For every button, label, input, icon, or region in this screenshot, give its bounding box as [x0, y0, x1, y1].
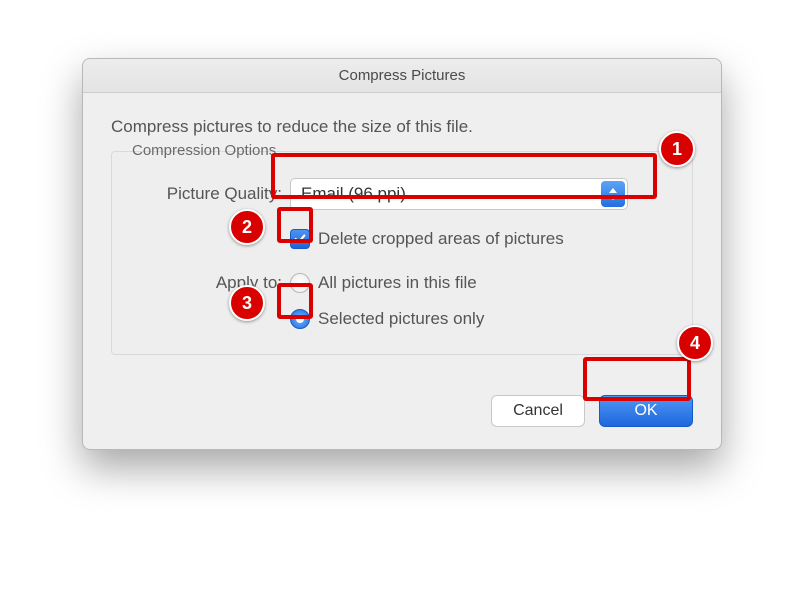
apply-all-label: All pictures in this file — [318, 273, 477, 293]
compress-pictures-dialog: Compress Pictures Compress pictures to r… — [82, 58, 722, 450]
dialog-title: Compress Pictures — [339, 67, 466, 84]
cancel-button-label: Cancel — [513, 402, 563, 420]
apply-selected-label: Selected pictures only — [318, 309, 484, 329]
delete-cropped-label: Delete cropped areas of pictures — [318, 229, 564, 249]
ok-button[interactable]: OK — [599, 395, 693, 427]
radio-dot-icon — [296, 315, 304, 323]
ok-button-label: OK — [634, 402, 657, 420]
apply-to-row-selected: Selected pictures only — [130, 304, 674, 334]
apply-to-row-all: Apply to: All pictures in this file — [130, 268, 674, 298]
dialog-intro: Compress pictures to reduce the size of … — [111, 117, 693, 137]
apply-all-radio[interactable] — [290, 273, 310, 293]
delete-cropped-row: Delete cropped areas of pictures — [130, 224, 674, 254]
group-title: Compression Options — [126, 142, 282, 159]
picture-quality-row: Picture Quality: Email (96 ppi) — [130, 178, 674, 210]
picture-quality-value: Email (96 ppi) — [301, 184, 406, 204]
apply-selected-radio[interactable] — [290, 309, 310, 329]
dialog-body: Compress pictures to reduce the size of … — [83, 93, 721, 375]
picture-quality-dropdown[interactable]: Email (96 ppi) — [290, 178, 628, 210]
check-icon — [293, 232, 307, 246]
picture-quality-label: Picture Quality: — [130, 184, 290, 204]
dialog-titlebar: Compress Pictures — [83, 59, 721, 93]
dialog-footer: Cancel OK — [83, 375, 721, 449]
apply-to-label: Apply to: — [130, 273, 290, 293]
cancel-button[interactable]: Cancel — [491, 395, 585, 427]
delete-cropped-checkbox[interactable] — [290, 229, 310, 249]
updown-arrows-icon — [601, 181, 625, 207]
compression-options-group: Compression Options Picture Quality: Ema… — [111, 151, 693, 355]
